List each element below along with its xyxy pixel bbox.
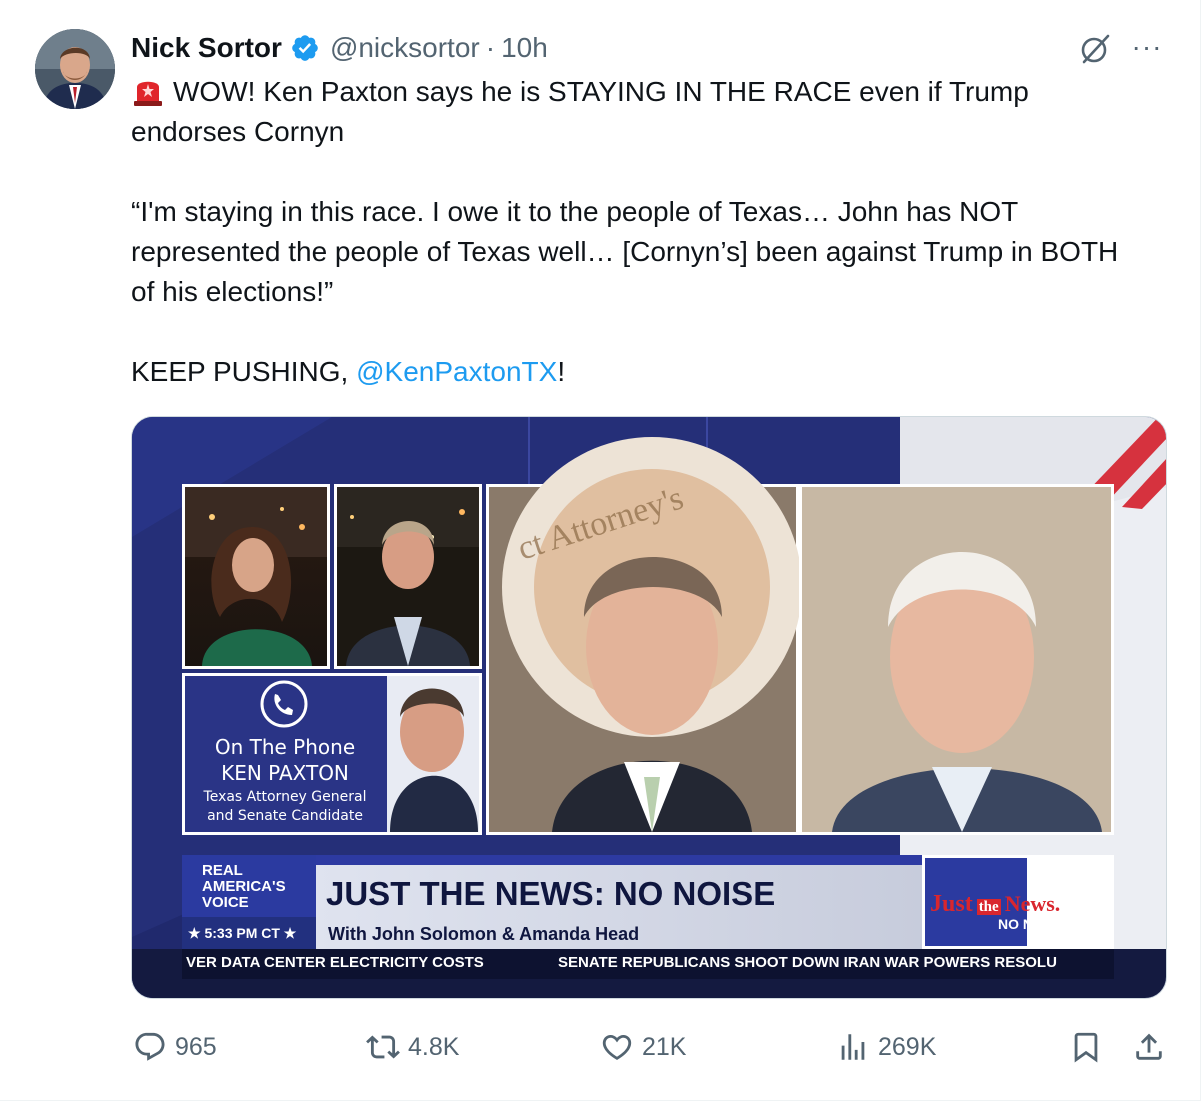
closing-suffix: ! — [557, 356, 566, 387]
avatar[interactable] — [35, 29, 115, 109]
action-bar: 965 4.8K 21K 269K — [0, 1025, 1201, 1069]
network-line1: REAL — [202, 862, 243, 879]
phone-label: On The Phone — [214, 735, 356, 759]
heart-icon — [602, 1034, 632, 1060]
tweet-quote-text: “I'm staying in this race. I owe it to t… — [131, 196, 1119, 307]
star-icon: ★ — [188, 925, 205, 941]
star-icon-right: ★ — [279, 925, 297, 941]
guest-name: KEN PAXTON — [221, 761, 349, 785]
network-line2: AMERICA'S — [202, 878, 286, 895]
ticker-left: VER DATA CENTER ELECTRICITY COSTS — [186, 954, 484, 971]
tweet-headline-text: WOW! Ken Paxton says he is STAYING IN TH… — [131, 76, 1029, 147]
ticker-right: SENATE REPUBLICANS SHOOT DOWN IRAN WAR P… — [558, 954, 1057, 971]
host-panel-left — [182, 484, 330, 669]
views-icon — [841, 1034, 865, 1060]
avatar-image — [35, 29, 115, 109]
network-line3: VOICE — [202, 894, 249, 911]
tweet-closing-line: KEEP PUSHING, @KenPaxtonTX! — [131, 352, 1131, 392]
closing-text: KEEP PUSHING, — [131, 356, 357, 387]
logo-the: the — [976, 899, 1001, 915]
repost-button[interactable]: 4.8K — [366, 1025, 459, 1069]
bookmark-icon[interactable] — [1069, 1030, 1103, 1064]
show-title: JUST THE NEWS: NO NOISE — [326, 875, 776, 912]
repost-icon — [366, 1035, 400, 1059]
logo-no-noise: NO NOISE — [998, 916, 1067, 932]
separator-dot: · — [485, 32, 496, 63]
like-count: 21K — [642, 1032, 687, 1061]
tweet-header: Nick Sortor @nicksortor · 10h — [131, 31, 548, 65]
network-logo: REAL AMERICA'S VOICE — [202, 863, 286, 911]
views-button[interactable]: 269K — [836, 1025, 936, 1069]
logo-news: News. — [1004, 891, 1061, 916]
reply-count: 965 — [175, 1032, 217, 1061]
host-panel-right — [334, 484, 482, 669]
show-hosts: With John Solomon & Amanda Head — [328, 924, 640, 944]
timestamp[interactable]: 10h — [501, 32, 548, 64]
guest-title-line2: and Senate Candidate — [207, 808, 363, 824]
tweet-line-headline: WOW! Ken Paxton says he is STAYING IN TH… — [131, 72, 1131, 152]
mention-link[interactable]: @KenPaxtonTX — [356, 356, 557, 387]
cornyn-photo — [799, 484, 1114, 835]
tweet-card[interactable]: Nick Sortor @nicksortor · 10h ··· WOW! K… — [0, 0, 1201, 1101]
logo-just: Just — [930, 891, 973, 917]
clock-label: ★ 5:33 PM CT ★ — [188, 925, 296, 942]
grok-icon[interactable] — [1078, 32, 1112, 66]
guest-title-line1: Texas Attorney General — [203, 789, 367, 805]
author-name[interactable]: Nick Sortor — [131, 32, 282, 64]
author-handle[interactable]: @nicksortor — [330, 32, 480, 64]
reply-button[interactable]: 965 — [133, 1025, 217, 1069]
clock-text: 5:33 PM CT — [204, 925, 280, 941]
verified-badge-icon[interactable] — [290, 33, 320, 63]
tweet-text: WOW! Ken Paxton says he is STAYING IN TH… — [131, 72, 1131, 392]
video-media[interactable]: ct Attorney's On The Phone KEN PAXTON Te… — [131, 416, 1167, 999]
like-button[interactable]: 21K — [600, 1025, 686, 1069]
more-options-button[interactable]: ··· — [1130, 33, 1164, 64]
rotating-light-emoji-icon — [134, 81, 162, 106]
repost-count: 4.8K — [408, 1032, 460, 1061]
share-icon[interactable] — [1132, 1030, 1166, 1064]
show-logo: Just the News. — [930, 891, 1060, 918]
reply-icon — [135, 1032, 165, 1061]
views-count: 269K — [878, 1032, 937, 1061]
